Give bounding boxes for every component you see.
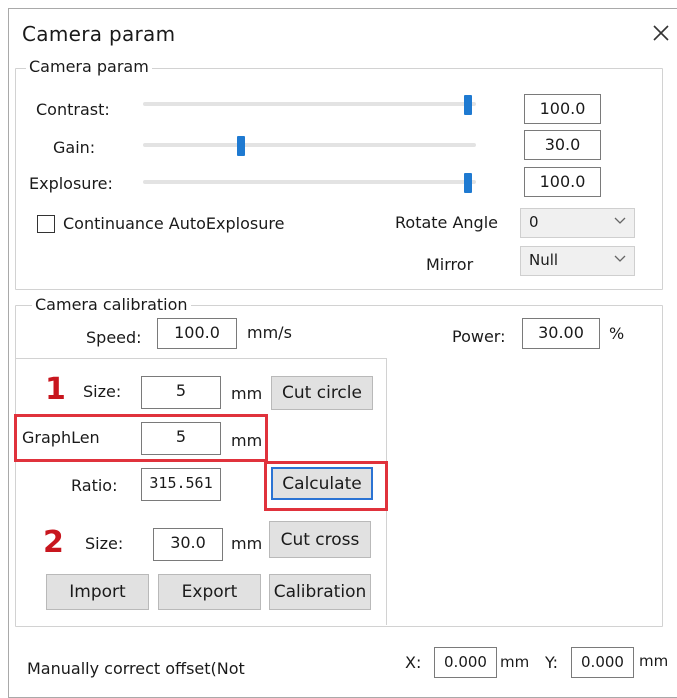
calculate-button[interactable]: Calculate [271,467,373,500]
gain-slider-thumb[interactable] [236,136,245,156]
offset-y-unit: mm [639,652,669,670]
ratio-input[interactable]: 315.561 [141,468,221,501]
chevron-down-icon [614,217,626,224]
step-2-marker: 2 [43,525,64,560]
mirror-value: Null [529,251,559,269]
offset-x-unit: mm [500,653,530,671]
exposure-slider[interactable] [143,180,476,184]
exposure-label: Explosure: [29,174,113,193]
rotate-angle-value: 0 [529,213,539,231]
mirror-select[interactable]: Null [520,246,635,276]
power-input[interactable]: 30.00 [522,318,600,349]
gain-slider[interactable] [143,143,476,147]
close-icon [653,25,669,41]
gain-input[interactable]: 30.0 [524,130,601,160]
cross-size-unit: mm [231,534,263,553]
subpanel-top-divider [16,358,386,359]
cut-circle-button[interactable]: Cut circle [271,376,373,410]
circle-size-unit: mm [231,384,263,403]
contrast-label: Contrast: [36,100,110,119]
cut-cross-button[interactable]: Cut cross [269,521,371,558]
cross-size-label: Size: [85,534,124,553]
gain-label: Gain: [53,138,96,157]
offset-x-label: X: [405,653,422,672]
offset-y-input[interactable]: 0.000 [571,647,634,678]
graphlen-unit: mm [231,431,263,450]
speed-input[interactable]: 100.0 [157,318,237,349]
camera-calibration-legend: Camera calibration [32,296,191,314]
graphlen-input[interactable]: 5 [141,422,221,455]
offset-x-input[interactable]: 0.000 [434,647,497,678]
rotate-angle-label: Rotate Angle [395,213,498,232]
step-1-marker: 1 [45,372,66,407]
circle-size-input[interactable]: 5 [141,376,221,409]
auto-exposure-checkbox[interactable] [37,215,55,233]
contrast-input[interactable]: 100.0 [524,94,601,124]
circle-size-label: Size: [83,382,122,401]
chevron-down-icon [614,255,626,262]
contrast-slider[interactable] [143,102,476,106]
contrast-slider-thumb[interactable] [464,95,472,115]
speed-unit: mm/s [247,323,292,342]
camera-param-legend: Camera param [26,58,152,76]
speed-label: Speed: [86,328,142,347]
export-button[interactable]: Export [158,574,261,610]
offset-label: Manually correct offset(Not [27,659,245,678]
exposure-slider-thumb[interactable] [464,173,472,193]
calibration-button[interactable]: Calibration [269,574,371,610]
ratio-label: Ratio: [71,476,118,495]
window-title: Camera param [22,22,176,46]
auto-exposure-label: Continuance AutoExplosure [63,214,285,233]
close-button[interactable] [648,20,674,46]
graphlen-label: GraphLen [22,428,100,447]
mirror-label: Mirror [426,255,474,274]
exposure-input[interactable]: 100.0 [524,167,601,197]
offset-y-label: Y: [545,653,559,672]
power-unit: % [609,324,625,343]
power-label: Power: [452,327,506,346]
rotate-angle-select[interactable]: 0 [520,208,635,238]
cross-size-input[interactable]: 30.0 [153,528,223,561]
import-button[interactable]: Import [46,574,149,610]
